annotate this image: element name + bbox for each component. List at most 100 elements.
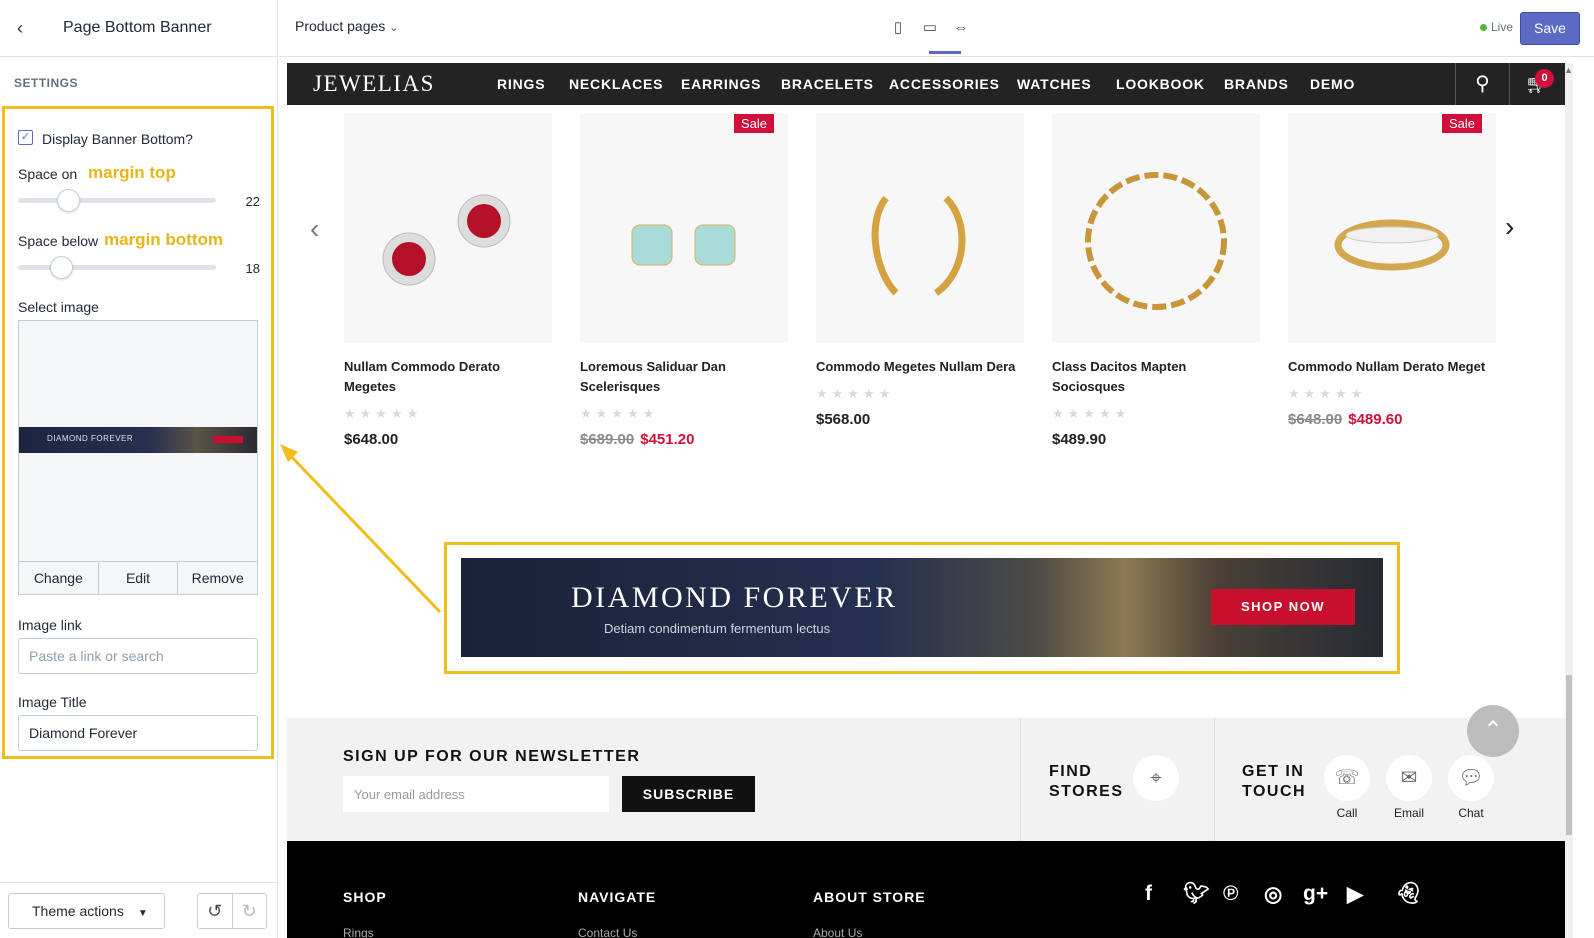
product-name[interactable]: Commodo Nullam Derato Meget bbox=[1288, 357, 1496, 377]
product-image[interactable]: Sale bbox=[1288, 113, 1496, 343]
find-stores-label[interactable]: FIND STORES bbox=[1049, 762, 1139, 802]
carousel-next-icon[interactable]: › bbox=[1505, 211, 1514, 243]
twitter-icon[interactable]: 🐦︎ bbox=[1183, 882, 1210, 906]
product-image[interactable] bbox=[344, 113, 552, 343]
instagram-icon[interactable]: ◎ bbox=[1264, 882, 1282, 907]
preview-scroll-thumb[interactable] bbox=[1566, 675, 1572, 835]
gold-leaf-earrings-image bbox=[871, 195, 966, 296]
bottom-banner[interactable]: DIAMOND FOREVER Detiam condimentum ferme… bbox=[461, 558, 1383, 657]
nav-item-rings[interactable]: RINGS bbox=[497, 76, 545, 92]
footer-link[interactable]: Contact Us bbox=[578, 926, 637, 938]
back-arrow-icon[interactable]: ‹ bbox=[10, 18, 30, 38]
facebook-icon[interactable]: f bbox=[1145, 882, 1152, 906]
desktop-view-icon[interactable]: ▭ bbox=[919, 17, 941, 39]
gold-chain-bracelet-image bbox=[1085, 172, 1227, 310]
image-title-input[interactable] bbox=[18, 715, 258, 751]
footer-heading-navigate: NAVIGATE bbox=[578, 889, 657, 905]
nav-item-accessories[interactable]: ACCESSORIES bbox=[889, 76, 1000, 92]
product-name[interactable]: Commodo Megetes Nullam Dera bbox=[816, 357, 1024, 377]
image-link-input[interactable] bbox=[18, 638, 258, 674]
get-in-touch-label: GET IN TOUCH bbox=[1242, 763, 1307, 800]
redo-icon[interactable]: ↻ bbox=[233, 894, 267, 928]
nav-item-demo[interactable]: DEMO bbox=[1310, 76, 1355, 92]
theme-actions-button[interactable]: Theme actions ▼ bbox=[8, 893, 165, 929]
store-footer: SHOP NAVIGATE ABOUT STORE Rings Contact … bbox=[287, 841, 1565, 938]
scroll-up-icon[interactable]: ▲ bbox=[1564, 65, 1573, 75]
display-banner-label: Display Banner Bottom? bbox=[42, 131, 193, 147]
space-on-slider-thumb[interactable] bbox=[57, 189, 80, 212]
product-name[interactable]: Class Dacitos Mapten Sociosques bbox=[1052, 357, 1260, 397]
mobile-view-icon[interactable]: ▯ bbox=[887, 17, 909, 39]
call-label: Call bbox=[1336, 806, 1358, 820]
nav-item-earrings[interactable]: EARRINGS bbox=[681, 76, 761, 92]
phone-icon[interactable]: ☏ bbox=[1324, 755, 1370, 801]
sale-price: $489.60 bbox=[1348, 411, 1403, 428]
save-button[interactable]: Save bbox=[1520, 12, 1580, 45]
space-on-slider-track[interactable] bbox=[18, 198, 216, 203]
back-to-top-icon[interactable]: ⌃ bbox=[1467, 705, 1519, 757]
footer-heading-about: ABOUT STORE bbox=[813, 889, 926, 905]
footer-link[interactable]: Rings bbox=[343, 926, 374, 938]
store-logo[interactable]: JEWELIAS bbox=[313, 71, 435, 97]
email-icon[interactable]: ✉ bbox=[1386, 755, 1432, 801]
image-actions: Change Edit Remove bbox=[19, 561, 257, 595]
banner-subtitle: Detiam condimentum fermentum lectus bbox=[604, 621, 831, 636]
rating-stars: ★★★★★ bbox=[816, 386, 895, 401]
space-below-value: 18 bbox=[245, 261, 260, 276]
active-view-indicator bbox=[929, 51, 961, 54]
newsletter-email-input[interactable] bbox=[343, 776, 609, 812]
carousel-prev-icon[interactable]: ‹ bbox=[310, 213, 319, 245]
product-card[interactable]: Nullam Commodo Derato Megetes ★★★★★ $648… bbox=[344, 113, 552, 448]
sidebar-title: Page Bottom Banner bbox=[63, 19, 212, 36]
footer-link[interactable]: About Us bbox=[813, 926, 862, 938]
subscribe-button[interactable]: SUBSCRIBE bbox=[622, 776, 755, 812]
nav-item-watches[interactable]: WATCHES bbox=[1017, 76, 1092, 92]
product-name[interactable]: Nullam Commodo Derato Megetes bbox=[344, 357, 552, 397]
margin-bottom-annotation: margin bottom bbox=[104, 230, 223, 249]
divider bbox=[1214, 718, 1215, 841]
pinterest-icon[interactable]: ℗ bbox=[1223, 882, 1238, 906]
edit-image-button[interactable]: Edit bbox=[99, 562, 179, 595]
undo-icon[interactable]: ↺ bbox=[198, 894, 233, 928]
product-card[interactable]: Sale Loremous Saliduar Dan Scelerisques … bbox=[580, 113, 788, 448]
search-icon[interactable]: ⚲ bbox=[1455, 63, 1509, 105]
product-price: $648.00 bbox=[344, 431, 399, 448]
store-nav-bar: JEWELIAS RINGS NECKLACES EARRINGS BRACEL… bbox=[287, 63, 1573, 105]
product-name[interactable]: Loremous Saliduar Dan Scelerisques bbox=[580, 357, 788, 397]
settings-sidebar: ‹ Page Bottom Banner SETTINGS ✓ Display … bbox=[0, 0, 278, 938]
fullscreen-view-icon[interactable]: ⇔ bbox=[950, 17, 972, 39]
product-price: $689.00 $451.20 bbox=[580, 431, 788, 448]
google-plus-icon[interactable]: g+ bbox=[1303, 882, 1328, 906]
display-banner-checkbox[interactable]: ✓ bbox=[18, 130, 33, 145]
youtube-icon[interactable]: ▶ bbox=[1347, 882, 1363, 907]
nav-item-brands[interactable]: BRANDS bbox=[1224, 76, 1289, 92]
caret-down-icon: ▼ bbox=[137, 908, 148, 919]
select-image-label: Select image bbox=[18, 299, 99, 315]
product-image[interactable]: Sale bbox=[580, 113, 788, 343]
snapchat-icon[interactable]: 👻︎ bbox=[1395, 882, 1422, 906]
live-status: Live bbox=[1480, 20, 1513, 34]
chat-icon[interactable]: 💬︎ bbox=[1448, 755, 1494, 801]
image-picker[interactable]: DIAMOND FOREVER Change Edit Remove bbox=[18, 320, 258, 595]
nav-item-bracelets[interactable]: BRACELETS bbox=[781, 76, 874, 92]
product-card[interactable]: Commodo Megetes Nullam Dera ★★★★★ $568.0… bbox=[816, 113, 1024, 428]
space-below-slider-thumb[interactable] bbox=[50, 256, 73, 279]
product-image[interactable] bbox=[816, 113, 1024, 343]
map-pin-icon[interactable]: ⌖ bbox=[1133, 755, 1179, 801]
remove-image-button[interactable]: Remove bbox=[178, 562, 257, 595]
nav-item-necklaces[interactable]: NECKLACES bbox=[569, 76, 663, 92]
footer-heading-shop: SHOP bbox=[343, 889, 387, 905]
shop-now-button[interactable]: SHOP NOW bbox=[1211, 589, 1355, 625]
page-type-select[interactable]: Product pages ⌄ bbox=[295, 18, 398, 34]
product-image[interactable] bbox=[1052, 113, 1260, 343]
cart-count-badge: 0 bbox=[1535, 69, 1554, 88]
change-image-button[interactable]: Change bbox=[19, 562, 99, 595]
product-card[interactable]: Sale Commodo Nullam Derato Meget ★★★★★ $… bbox=[1288, 113, 1496, 428]
space-below-slider-track[interactable] bbox=[18, 265, 216, 270]
nav-item-lookbook[interactable]: LOOKBOOK bbox=[1116, 76, 1205, 92]
product-card[interactable]: Class Dacitos Mapten Sociosques ★★★★★ $4… bbox=[1052, 113, 1260, 448]
image-title-label: Image Title bbox=[18, 694, 87, 710]
topaz-earrings-image bbox=[631, 224, 736, 266]
product-price: $568.00 bbox=[816, 411, 871, 428]
rating-stars: ★★★★★ bbox=[1052, 406, 1131, 421]
